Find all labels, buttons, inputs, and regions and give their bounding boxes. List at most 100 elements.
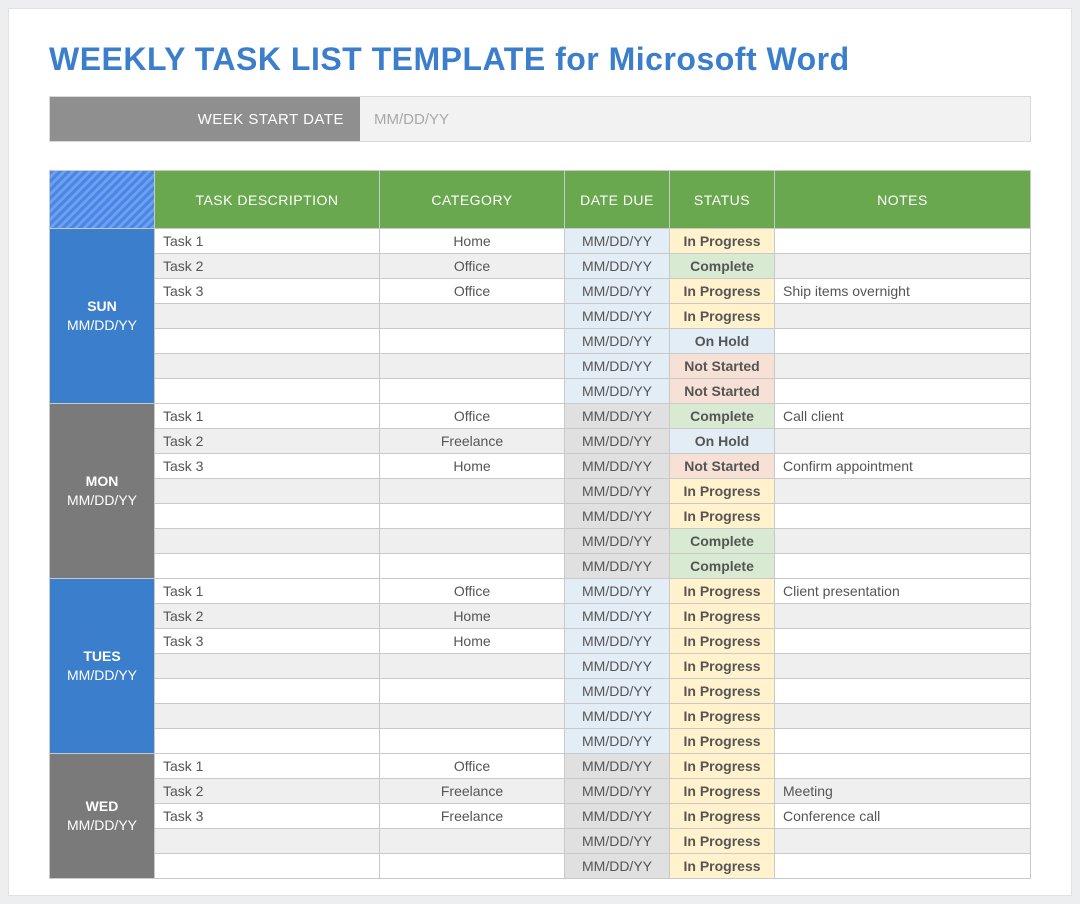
date-due-cell[interactable]: MM/DD/YY [565,229,670,254]
status-cell[interactable]: In Progress [670,729,775,754]
notes-cell[interactable] [775,679,1031,704]
category-cell[interactable] [380,379,565,404]
status-cell[interactable]: In Progress [670,854,775,879]
category-cell[interactable] [380,329,565,354]
status-cell[interactable]: In Progress [670,679,775,704]
category-cell[interactable]: Home [380,604,565,629]
category-cell[interactable]: Freelance [380,429,565,454]
status-cell[interactable]: Complete [670,254,775,279]
category-cell[interactable] [380,554,565,579]
task-description-cell[interactable] [155,379,380,404]
category-cell[interactable]: Office [380,404,565,429]
notes-cell[interactable]: Conference call [775,804,1031,829]
category-cell[interactable]: Office [380,579,565,604]
notes-cell[interactable] [775,304,1031,329]
date-due-cell[interactable]: MM/DD/YY [565,804,670,829]
category-cell[interactable]: Home [380,229,565,254]
category-cell[interactable]: Office [380,279,565,304]
task-description-cell[interactable]: Task 2 [155,254,380,279]
date-due-cell[interactable]: MM/DD/YY [565,754,670,779]
status-cell[interactable]: In Progress [670,779,775,804]
status-cell[interactable]: Complete [670,404,775,429]
category-cell[interactable] [380,479,565,504]
category-cell[interactable] [380,729,565,754]
date-due-cell[interactable]: MM/DD/YY [565,304,670,329]
status-cell[interactable]: In Progress [670,604,775,629]
date-due-cell[interactable]: MM/DD/YY [565,404,670,429]
category-cell[interactable]: Freelance [380,804,565,829]
status-cell[interactable]: Not Started [670,454,775,479]
category-cell[interactable] [380,504,565,529]
notes-cell[interactable] [775,729,1031,754]
notes-cell[interactable] [775,429,1031,454]
date-due-cell[interactable]: MM/DD/YY [565,554,670,579]
status-cell[interactable]: In Progress [670,504,775,529]
notes-cell[interactable] [775,704,1031,729]
task-description-cell[interactable]: Task 1 [155,579,380,604]
notes-cell[interactable] [775,504,1031,529]
task-description-cell[interactable] [155,504,380,529]
notes-cell[interactable] [775,629,1031,654]
task-description-cell[interactable] [155,354,380,379]
task-description-cell[interactable] [155,654,380,679]
category-cell[interactable] [380,829,565,854]
task-description-cell[interactable] [155,679,380,704]
category-cell[interactable] [380,354,565,379]
status-cell[interactable]: In Progress [670,229,775,254]
task-description-cell[interactable]: Task 3 [155,629,380,654]
task-description-cell[interactable] [155,479,380,504]
date-due-cell[interactable]: MM/DD/YY [565,829,670,854]
task-description-cell[interactable] [155,304,380,329]
task-description-cell[interactable]: Task 2 [155,779,380,804]
status-cell[interactable]: Not Started [670,354,775,379]
notes-cell[interactable] [775,254,1031,279]
notes-cell[interactable]: Client presentation [775,579,1031,604]
notes-cell[interactable] [775,354,1031,379]
task-description-cell[interactable] [155,729,380,754]
notes-cell[interactable] [775,604,1031,629]
notes-cell[interactable] [775,479,1031,504]
task-description-cell[interactable]: Task 1 [155,754,380,779]
notes-cell[interactable] [775,329,1031,354]
task-description-cell[interactable]: Task 2 [155,604,380,629]
task-description-cell[interactable]: Task 1 [155,404,380,429]
task-description-cell[interactable] [155,529,380,554]
task-description-cell[interactable]: Task 3 [155,279,380,304]
date-due-cell[interactable]: MM/DD/YY [565,779,670,804]
notes-cell[interactable] [775,854,1031,879]
date-due-cell[interactable]: MM/DD/YY [565,579,670,604]
status-cell[interactable]: Complete [670,554,775,579]
status-cell[interactable]: In Progress [670,704,775,729]
notes-cell[interactable] [775,829,1031,854]
category-cell[interactable]: Office [380,754,565,779]
task-description-cell[interactable] [155,829,380,854]
notes-cell[interactable] [775,654,1031,679]
notes-cell[interactable]: Call client [775,404,1031,429]
notes-cell[interactable]: Meeting [775,779,1031,804]
status-cell[interactable]: On Hold [670,329,775,354]
status-cell[interactable]: In Progress [670,654,775,679]
notes-cell[interactable] [775,379,1031,404]
status-cell[interactable]: In Progress [670,279,775,304]
notes-cell[interactable] [775,529,1031,554]
task-description-cell[interactable] [155,329,380,354]
status-cell[interactable]: In Progress [670,829,775,854]
date-due-cell[interactable]: MM/DD/YY [565,479,670,504]
date-due-cell[interactable]: MM/DD/YY [565,679,670,704]
category-cell[interactable] [380,654,565,679]
status-cell[interactable]: In Progress [670,304,775,329]
notes-cell[interactable]: Ship items overnight [775,279,1031,304]
status-cell[interactable]: In Progress [670,629,775,654]
category-cell[interactable]: Freelance [380,779,565,804]
date-due-cell[interactable]: MM/DD/YY [565,854,670,879]
status-cell[interactable]: In Progress [670,804,775,829]
date-due-cell[interactable]: MM/DD/YY [565,704,670,729]
date-due-cell[interactable]: MM/DD/YY [565,729,670,754]
date-due-cell[interactable]: MM/DD/YY [565,279,670,304]
date-due-cell[interactable]: MM/DD/YY [565,379,670,404]
task-description-cell[interactable] [155,854,380,879]
category-cell[interactable] [380,704,565,729]
notes-cell[interactable] [775,554,1031,579]
category-cell[interactable] [380,529,565,554]
date-due-cell[interactable]: MM/DD/YY [565,354,670,379]
